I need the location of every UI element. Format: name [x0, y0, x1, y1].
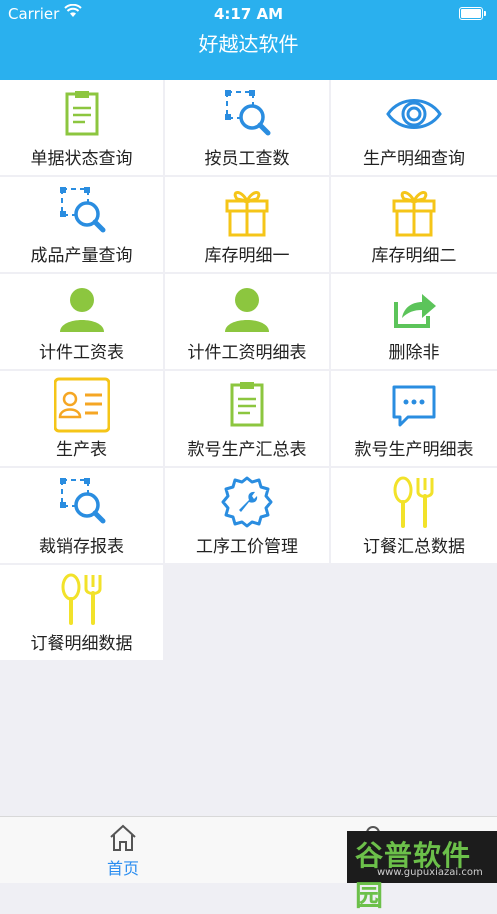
eye-icon	[386, 86, 442, 142]
chat-icon	[386, 377, 442, 433]
menu-item-label: 裁销存报表	[39, 537, 124, 557]
menu-item-label: 库存明细二	[371, 246, 457, 266]
menu-item-label: 工序工价管理	[196, 537, 298, 557]
clipboard-icon	[219, 377, 275, 433]
menu-item-label: 计件工资表	[39, 343, 124, 363]
menu-item-label: 成品产量查询	[30, 246, 133, 266]
search-icon	[54, 183, 110, 239]
menu-item-production-table[interactable]: 生产表	[0, 371, 165, 468]
share-icon	[386, 280, 442, 336]
search-icon	[219, 86, 275, 142]
menu-item-label: 订餐汇总数据	[363, 537, 465, 557]
menu-item-label: 生产表	[56, 440, 107, 460]
status-time: 4:17 AM	[213, 5, 284, 23]
clipboard-icon	[54, 86, 110, 142]
wrench-gear-icon	[219, 474, 275, 530]
menu-item-label: 款号生产明细表	[354, 440, 474, 460]
gift-icon	[219, 183, 275, 239]
menu-item-label: 按员工查数	[204, 149, 290, 169]
menu-item-employee-query[interactable]: 按员工查数	[165, 80, 331, 177]
menu-item-label: 生产明细查询	[363, 149, 465, 169]
menu-item-delete[interactable]: 删除非	[331, 274, 497, 371]
menu-item-cutting-report[interactable]: 裁销存报表	[0, 468, 165, 565]
menu-item-finished-output[interactable]: 成品产量查询	[0, 177, 165, 274]
menu-grid: 单据状态查询 按员工查数 生产明细查询 成品产量查询 库存明细一 库存明细二 计…	[0, 80, 497, 662]
menu-item-label: 库存明细一	[204, 246, 290, 266]
search-icon	[54, 474, 110, 530]
menu-item-style-summary[interactable]: 款号生产汇总表	[165, 371, 331, 468]
menu-item-label: 删除非	[388, 343, 440, 363]
page-title: 好越达软件	[198, 32, 299, 56]
menu-item-meal-detail[interactable]: 订餐明细数据	[0, 565, 165, 662]
utensils-icon	[386, 474, 442, 530]
watermark-url: www.gupuxiazai.com	[377, 867, 483, 878]
watermark-logo: 谷普软件园 www.gupuxiazai.com	[347, 831, 497, 912]
menu-item-inventory-two[interactable]: 库存明细二	[331, 177, 497, 274]
user-icon	[54, 280, 110, 336]
menu-item-label: 款号生产汇总表	[187, 440, 307, 460]
menu-item-label: 订餐明细数据	[30, 634, 133, 654]
utensils-icon	[54, 571, 110, 627]
menu-item-piece-wage-detail[interactable]: 计件工资明细表	[165, 274, 331, 371]
menu-item-inventory-one[interactable]: 库存明细一	[165, 177, 331, 274]
user-icon	[219, 280, 275, 336]
menu-item-production-detail[interactable]: 生产明细查询	[331, 80, 497, 177]
tab-home-label: 首页	[106, 859, 139, 878]
menu-item-process-price[interactable]: 工序工价管理	[165, 468, 331, 565]
top-header: Carrier 4:17 AM 好越达软件	[0, 0, 497, 80]
status-bar: Carrier 4:17 AM	[0, 0, 497, 28]
menu-item-piece-wage[interactable]: 计件工资表	[0, 274, 165, 371]
tab-home[interactable]: 首页	[63, 817, 183, 883]
menu-item-style-detail[interactable]: 款号生产明细表	[331, 371, 497, 468]
id-card-icon	[53, 377, 110, 433]
menu-item-document-status[interactable]: 单据状态查询	[0, 80, 165, 177]
menu-item-label: 计件工资明细表	[187, 343, 307, 363]
gift-icon	[386, 183, 442, 239]
home-icon	[63, 823, 183, 853]
menu-item-meal-summary[interactable]: 订餐汇总数据	[331, 468, 497, 565]
battery-icon	[459, 7, 486, 20]
menu-item-label: 单据状态查询	[30, 149, 133, 169]
